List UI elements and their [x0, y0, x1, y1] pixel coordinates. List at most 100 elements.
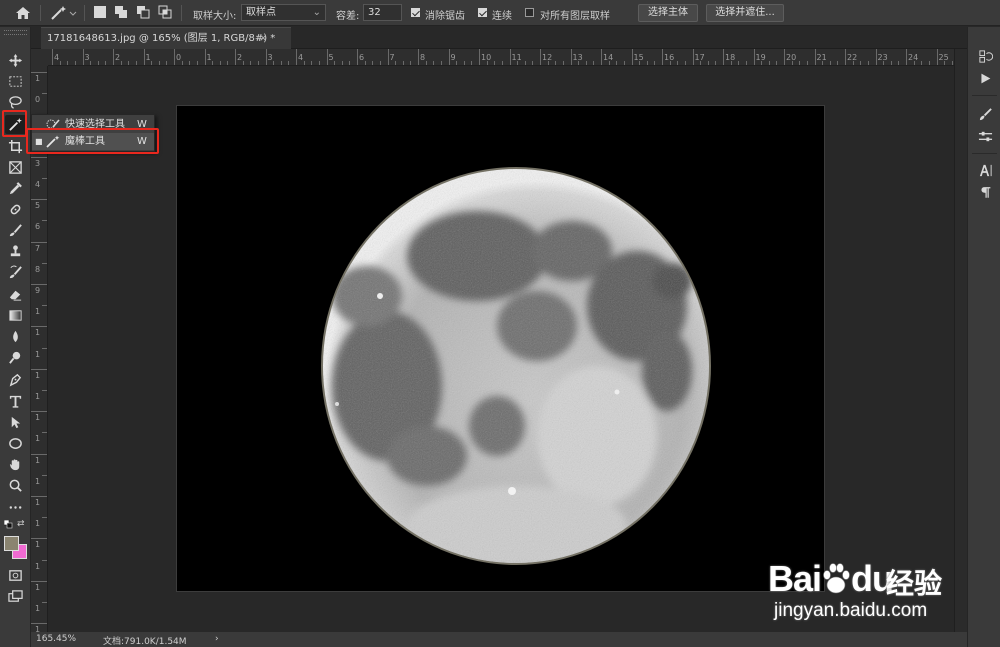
- ruler-label: 1: [35, 604, 41, 613]
- ruler-tick: [31, 284, 47, 285]
- default-colors-icon[interactable]: [3, 519, 13, 529]
- subtract-from-selection-button[interactable]: [136, 5, 150, 19]
- marquee-tool-icon[interactable]: [5, 72, 26, 91]
- status-menu-arrow-icon[interactable]: ›: [215, 634, 219, 644]
- ruler-tick: [166, 61, 168, 65]
- ruler-tick: [120, 61, 122, 65]
- ruler-tick: [42, 220, 47, 222]
- lasso-tool-icon[interactable]: [5, 93, 26, 112]
- ruler-tick: [31, 241, 47, 243]
- gradient-tool-icon[interactable]: [5, 306, 26, 325]
- document-canvas[interactable]: [176, 105, 825, 592]
- tolerance-input[interactable]: 32: [363, 4, 402, 21]
- ruler-tick: [303, 61, 305, 65]
- sample-all-layers-checkbox[interactable]: [525, 8, 534, 17]
- paragraph-panel-icon[interactable]: [976, 183, 994, 201]
- ruler-tick: [181, 61, 183, 65]
- ruler-tick: [82, 49, 84, 65]
- path-selection-tool-icon[interactable]: [5, 413, 26, 432]
- frame-tool-icon[interactable]: [5, 158, 26, 177]
- ruler-tick: [677, 61, 679, 65]
- contiguous-checkbox[interactable]: [478, 8, 487, 17]
- ruler-label: 3: [35, 158, 41, 168]
- character-panel-icon[interactable]: [976, 161, 994, 179]
- clone-stamp-tool-icon[interactable]: [5, 242, 26, 261]
- selected-bullet-icon: ■: [35, 137, 43, 146]
- ruler-label: 1: [35, 328, 41, 338]
- hand-tool-icon[interactable]: [5, 455, 26, 474]
- brush-tool-icon[interactable]: [5, 221, 26, 240]
- ruler-tick: [31, 368, 47, 370]
- new-selection-button[interactable]: [94, 6, 106, 18]
- brush-settings-icon[interactable]: [976, 105, 994, 123]
- select-and-mask-button[interactable]: 选择并遮住...: [706, 4, 784, 22]
- ruler-tick: [425, 61, 427, 65]
- ruler-tick: [357, 49, 358, 65]
- ruler-label: 8: [35, 264, 41, 274]
- flyout-item-magic-wand[interactable]: ■ 魔棒工具 W: [32, 133, 154, 150]
- screen-mode-icon[interactable]: [5, 587, 26, 606]
- flyout-item-quick-selection[interactable]: 快速选择工具 W: [32, 116, 154, 133]
- history-panel-icon[interactable]: [976, 47, 994, 65]
- more-tools-icon[interactable]: [5, 498, 26, 517]
- ruler-tick: [578, 61, 580, 65]
- ellipse-tool-icon[interactable]: [5, 434, 26, 453]
- chevron-down-icon: ⌄: [312, 7, 321, 18]
- healing-brush-tool-icon[interactable]: [5, 200, 26, 219]
- document-tab[interactable]: 17181648613.jpg @ 165% (图层 1, RGB/8#) * …: [41, 27, 291, 49]
- watermark-cn: 经验: [886, 567, 943, 600]
- ruler-tick: [806, 61, 808, 65]
- magic-wand-preset-icon[interactable]: [48, 4, 78, 22]
- document-tab-bar: 17181648613.jpg @ 165% (图层 1, RGB/8#) * …: [31, 27, 967, 49]
- blur-tool-icon[interactable]: [5, 327, 26, 346]
- zoom-tool-icon[interactable]: [5, 476, 26, 495]
- ruler-label: 1: [35, 392, 41, 401]
- move-tool-icon[interactable]: [5, 51, 26, 70]
- ruler-tick: [74, 61, 76, 65]
- ruler-tick: [174, 49, 175, 65]
- pen-tool-icon[interactable]: [5, 370, 26, 389]
- select-subject-button[interactable]: 选择主体: [638, 4, 698, 22]
- ruler-tick: [250, 61, 252, 65]
- watermark-brand-text: Bai: [768, 558, 822, 599]
- type-tool-icon[interactable]: [5, 392, 26, 411]
- sample-size-label: 取样大小:: [193, 11, 237, 22]
- sample-size-select[interactable]: 取样点 ⌄: [241, 4, 326, 21]
- dodge-tool-icon[interactable]: [5, 348, 26, 367]
- swap-colors-icon[interactable]: ⇄: [17, 520, 27, 529]
- add-to-selection-button[interactable]: [114, 5, 128, 19]
- close-icon[interactable]: ×: [259, 28, 267, 49]
- eraser-tool-icon[interactable]: [5, 285, 26, 304]
- zoom-level[interactable]: 165.45%: [36, 634, 76, 644]
- eyedropper-tool-icon[interactable]: [5, 179, 26, 198]
- magic-wand-tool-icon[interactable]: [5, 115, 26, 134]
- crop-tool-icon[interactable]: [5, 137, 26, 156]
- ruler-tick: [42, 432, 47, 434]
- foreground-color-swatch[interactable]: [4, 536, 19, 551]
- separator: [84, 5, 85, 21]
- intersect-selection-button[interactable]: [158, 5, 172, 19]
- ruler-label: 8: [420, 53, 426, 62]
- adjustments-icon[interactable]: [976, 127, 994, 145]
- play-actions-icon[interactable]: [976, 69, 994, 87]
- ruler-tick: [349, 61, 351, 65]
- ruler-tick: [42, 262, 47, 264]
- ruler-tick: [158, 61, 160, 65]
- ruler-tick: [379, 61, 381, 65]
- ruler-tick: [235, 49, 236, 65]
- sample-all-layers-label: 对所有图层取样: [540, 11, 610, 22]
- home-icon[interactable]: [14, 5, 32, 21]
- anti-alias-checkbox[interactable]: [411, 8, 420, 17]
- ruler-tick: [280, 61, 282, 65]
- ruler-tick: [410, 61, 412, 65]
- panel-grip[interactable]: [4, 30, 27, 35]
- ruler-label: 9: [450, 53, 456, 62]
- ruler-label: 1: [35, 434, 41, 444]
- history-brush-tool-icon[interactable]: [5, 263, 26, 282]
- ruler-label: 4: [54, 53, 60, 62]
- ruler-tick: [517, 61, 519, 65]
- ruler-tick: [761, 61, 763, 65]
- ruler-label: 6: [359, 53, 365, 62]
- document-size-info: 文档:791.0K/1.54M: [103, 637, 187, 647]
- quick-mask-icon[interactable]: [5, 566, 26, 585]
